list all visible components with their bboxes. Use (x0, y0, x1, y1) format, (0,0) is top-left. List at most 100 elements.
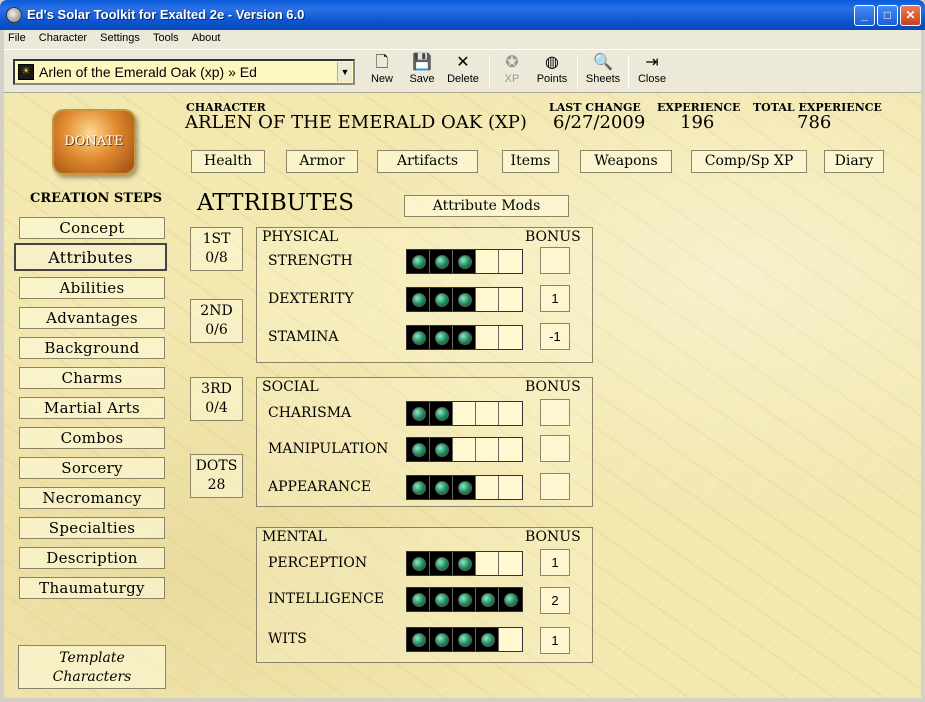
dot-empty[interactable] (453, 438, 476, 461)
dot-empty[interactable] (499, 288, 522, 311)
dot-filled[interactable] (407, 476, 430, 499)
attr-appearance-dots[interactable] (406, 475, 523, 500)
attr-charisma-dots[interactable] (406, 401, 523, 426)
step-specialties[interactable]: Specialties (19, 517, 165, 539)
tab-artifacts[interactable]: Artifacts (377, 150, 478, 173)
dot-filled[interactable] (407, 438, 430, 461)
tab-items[interactable]: Items (502, 150, 559, 173)
menu-about[interactable]: About (188, 30, 225, 44)
dot-filled[interactable] (453, 552, 476, 575)
step-abilities[interactable]: Abilities (19, 277, 165, 299)
dot-empty[interactable] (453, 402, 476, 425)
dot-empty[interactable] (476, 438, 499, 461)
dot-empty[interactable] (476, 552, 499, 575)
dot-filled[interactable] (407, 288, 430, 311)
menu-file[interactable]: File (4, 30, 30, 44)
dot-filled[interactable] (407, 552, 430, 575)
close-button[interactable]: ⇥ Close (635, 53, 669, 91)
tab-diary[interactable]: Diary (824, 150, 884, 173)
xp-button[interactable]: ✪ XP (496, 53, 528, 91)
menu-tools[interactable]: Tools (149, 30, 183, 44)
attr-perception-dots[interactable] (406, 551, 523, 576)
attr-strength-dots[interactable] (406, 249, 523, 274)
step-thaumaturgy[interactable]: Thaumaturgy (19, 577, 165, 599)
tab-armor[interactable]: Armor (286, 150, 358, 173)
save-button[interactable]: 💾 Save (406, 53, 438, 91)
dot-filled[interactable] (453, 326, 476, 349)
delete-button[interactable]: ✕ Delete (443, 53, 483, 91)
dot-filled[interactable] (430, 402, 453, 425)
close-window-button[interactable]: ✕ (900, 5, 921, 26)
attr-stamina-bonus[interactable]: -1 (540, 323, 570, 350)
attr-strength-bonus[interactable] (540, 247, 570, 274)
app-icon[interactable] (6, 7, 22, 23)
dot-filled[interactable] (430, 552, 453, 575)
step-background[interactable]: Background (19, 337, 165, 359)
menu-settings[interactable]: Settings (96, 30, 144, 44)
title-bar[interactable]: Ed's Solar Toolkit for Exalted 2e - Vers… (0, 0, 925, 30)
donate-button[interactable]: DONATE (52, 109, 136, 175)
attribute-mods-button[interactable]: Attribute Mods (404, 195, 569, 217)
step-attributes[interactable]: Attributes (14, 243, 167, 271)
attr-perception-bonus[interactable]: 1 (540, 549, 570, 576)
dot-empty[interactable] (476, 250, 499, 273)
step-advantages[interactable]: Advantages (19, 307, 165, 329)
step-necromancy[interactable]: Necromancy (19, 487, 165, 509)
dot-filled[interactable] (476, 588, 499, 611)
dot-empty[interactable] (499, 326, 522, 349)
dot-empty[interactable] (476, 326, 499, 349)
tab-weapons[interactable]: Weapons (580, 150, 672, 173)
dot-filled[interactable] (430, 438, 453, 461)
dot-empty[interactable] (476, 288, 499, 311)
dot-filled[interactable] (407, 628, 430, 651)
dot-filled[interactable] (407, 402, 430, 425)
dot-filled[interactable] (430, 588, 453, 611)
dot-empty[interactable] (499, 402, 522, 425)
maximize-button[interactable]: □ (877, 5, 898, 26)
attr-dexterity-dots[interactable] (406, 287, 523, 312)
attr-intelligence-bonus[interactable]: 2 (540, 587, 570, 614)
dot-filled[interactable] (453, 588, 476, 611)
dot-filled[interactable] (499, 588, 522, 611)
character-select[interactable]: ☀ Arlen of the Emerald Oak (xp) » Ed ▼ (13, 59, 355, 85)
step-sorcery[interactable]: Sorcery (19, 457, 165, 479)
dot-filled[interactable] (453, 628, 476, 651)
menu-character[interactable]: Character (35, 30, 91, 44)
attr-dexterity-bonus[interactable]: 1 (540, 285, 570, 312)
dot-filled[interactable] (430, 250, 453, 273)
attr-wits-bonus[interactable]: 1 (540, 627, 570, 654)
dot-filled[interactable] (453, 250, 476, 273)
template-characters-button[interactable]: Template Characters (18, 645, 166, 689)
attr-stamina-dots[interactable] (406, 325, 523, 350)
attr-charisma-bonus[interactable] (540, 399, 570, 426)
new-button[interactable]: 🗋 New (366, 53, 398, 91)
attr-wits-dots[interactable] (406, 627, 523, 652)
dot-filled[interactable] (407, 326, 430, 349)
attr-intelligence-dots[interactable] (406, 587, 523, 612)
attr-manipulation-dots[interactable] (406, 437, 523, 462)
step-description[interactable]: Description (19, 547, 165, 569)
step-charms[interactable]: Charms (19, 367, 165, 389)
dot-filled[interactable] (407, 250, 430, 273)
step-combos[interactable]: Combos (19, 427, 165, 449)
dot-filled[interactable] (407, 588, 430, 611)
dot-empty[interactable] (476, 476, 499, 499)
dot-filled[interactable] (453, 288, 476, 311)
minimize-button[interactable]: _ (854, 5, 875, 26)
dot-empty[interactable] (499, 476, 522, 499)
dot-filled[interactable] (476, 628, 499, 651)
dot-filled[interactable] (430, 288, 453, 311)
dot-empty[interactable] (476, 402, 499, 425)
step-concept[interactable]: Concept (19, 217, 165, 239)
dot-empty[interactable] (499, 438, 522, 461)
attr-appearance-bonus[interactable] (540, 473, 570, 500)
chevron-down-icon[interactable]: ▼ (337, 62, 352, 82)
sheets-button[interactable]: 🔍 Sheets (583, 53, 623, 91)
dot-empty[interactable] (499, 250, 522, 273)
step-martial-arts[interactable]: Martial Arts (19, 397, 165, 419)
attr-manipulation-bonus[interactable] (540, 435, 570, 462)
points-button[interactable]: ◍ Points (533, 53, 571, 91)
tab-health[interactable]: Health (191, 150, 265, 173)
dot-filled[interactable] (430, 326, 453, 349)
dot-filled[interactable] (430, 476, 453, 499)
